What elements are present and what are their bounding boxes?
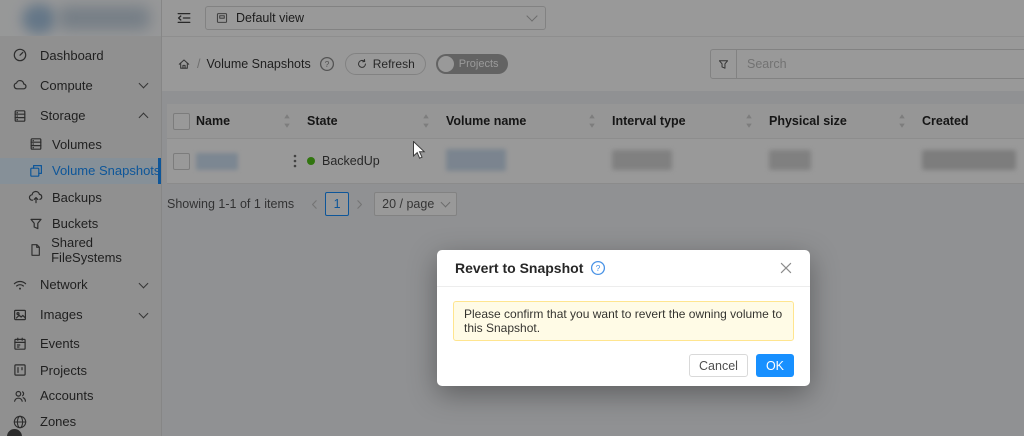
- close-icon[interactable]: [778, 260, 794, 276]
- modal-header: Revert to Snapshot ?: [437, 250, 810, 287]
- svg-text:?: ?: [596, 263, 601, 273]
- help-icon[interactable]: ?: [590, 260, 606, 276]
- cancel-button[interactable]: Cancel: [689, 354, 748, 377]
- modal-footer: Cancel OK: [437, 341, 810, 377]
- modal-body: Please confirm that you want to revert t…: [437, 287, 810, 341]
- app-root: Dashboard Compute Storage Volumes Volume…: [0, 0, 1024, 436]
- revert-snapshot-modal: Revert to Snapshot ? Please confirm that…: [437, 250, 810, 386]
- ok-button[interactable]: OK: [756, 354, 794, 377]
- modal-title: Revert to Snapshot: [455, 260, 583, 276]
- warning-alert: Please confirm that you want to revert t…: [453, 301, 794, 341]
